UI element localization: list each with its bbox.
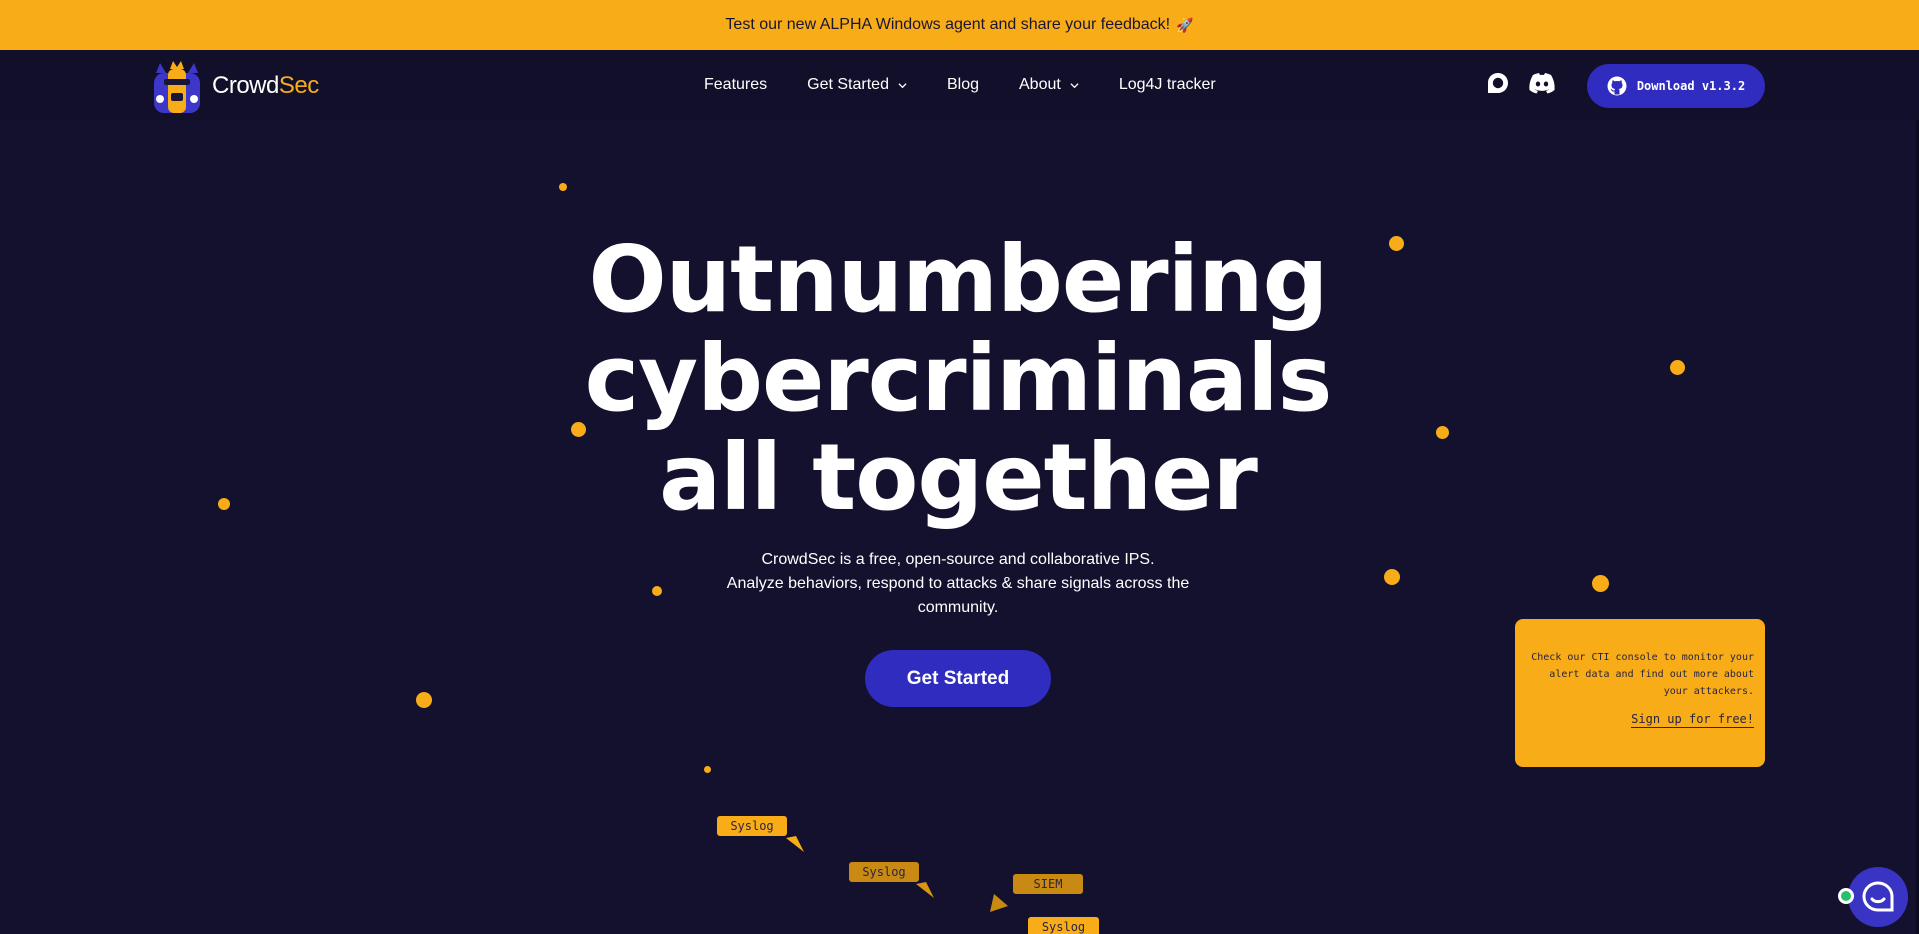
hero-subtitle-line: community. (917, 599, 999, 616)
announcement-text: Test our new ALPHA Windows agent and sha… (725, 16, 1171, 33)
arrow-icon (916, 882, 934, 898)
sign-up-link[interactable]: Sign up for free! (1631, 712, 1754, 728)
nav-blog-label: Blog (946, 76, 979, 93)
crowdsec-logo-icon (154, 61, 200, 113)
cti-promo-line: Check our CTI console to monitor your (1531, 652, 1754, 663)
flow-tag: Syslog (1028, 917, 1099, 934)
discourse-icon[interactable] (1483, 68, 1513, 98)
nav-links: Features Get Started Blog About Log4J tr… (704, 50, 1256, 120)
hero-subtitle-line: CrowdSec is a free, open-source and coll… (761, 551, 1155, 568)
rocket-icon: 🚀 (1176, 16, 1194, 33)
nav-features[interactable]: Features (704, 76, 767, 94)
nav-about[interactable]: About (1019, 76, 1079, 94)
flow-tag: Syslog (717, 816, 787, 836)
decor-dot (652, 586, 662, 596)
hero-title-line: Outnumbering (588, 226, 1328, 333)
decor-dot (218, 498, 230, 510)
decor-dot (1436, 426, 1449, 439)
logo-text: CrowdSec (212, 72, 319, 100)
chevron-down-icon (1070, 82, 1079, 88)
navbar: CrowdSec Features Get Started Blog About… (0, 50, 1919, 120)
nav-get-started-label: Get Started (807, 76, 889, 93)
flow-tag: SIEM (1013, 874, 1083, 894)
logo[interactable]: CrowdSec (150, 60, 319, 113)
nav-log4j-label: Log4J tracker (1118, 76, 1216, 93)
decor-dot (1384, 569, 1400, 585)
cti-promo-text: Check our CTI console to monitor your al… (1525, 649, 1754, 700)
nav-features-label: Features (704, 76, 768, 93)
github-icon (1607, 76, 1627, 96)
arrow-icon (786, 836, 804, 852)
arrow-icon (990, 894, 1008, 912)
logo-text-crowd: Crowd (212, 72, 279, 99)
announcement-bar[interactable]: Test our new ALPHA Windows agent and sha… (0, 0, 1919, 50)
cti-promo-line: your attackers. (1663, 686, 1754, 697)
hero-subtitle: CrowdSec is a free, open-source and coll… (700, 548, 1216, 620)
decor-dot (704, 766, 711, 773)
hero-title-line: cybercriminals (584, 325, 1333, 432)
nav-log4j-tracker[interactable]: Log4J tracker (1119, 76, 1216, 94)
decor-dot (1592, 575, 1609, 592)
decor-dot (416, 692, 432, 708)
chat-widget-button[interactable] (1848, 867, 1908, 927)
online-status-indicator (1838, 888, 1854, 904)
decor-dot (1389, 236, 1404, 251)
cti-promo-line: alert data and find out more about (1549, 669, 1754, 680)
decor-dot (559, 183, 567, 191)
hero-title-line: all together (659, 424, 1258, 531)
social-icons (1483, 68, 1571, 98)
flow-tag: Syslog (849, 862, 919, 882)
chat-icon (1862, 881, 1894, 912)
nav-blog[interactable]: Blog (947, 76, 979, 94)
hero-subtitle-line: Analyze behaviors, respond to attacks & … (726, 575, 1190, 592)
nav-get-started[interactable]: Get Started (807, 76, 907, 94)
download-button-label: Download v1.3.2 (1636, 79, 1746, 93)
chevron-down-icon (898, 82, 907, 88)
nav-about-label: About (1019, 76, 1061, 93)
get-started-button-label: Get Started (906, 667, 1010, 689)
download-button[interactable]: Download v1.3.2 (1587, 64, 1765, 108)
logo-text-sec: Sec (278, 72, 319, 99)
decor-dot (1670, 360, 1685, 375)
cti-promo-card: Check our CTI console to monitor your al… (1515, 619, 1765, 767)
hero-title: Outnumbering cybercriminals all together (560, 230, 1356, 527)
discord-icon[interactable] (1527, 68, 1557, 98)
get-started-button[interactable]: Get Started (865, 650, 1051, 707)
